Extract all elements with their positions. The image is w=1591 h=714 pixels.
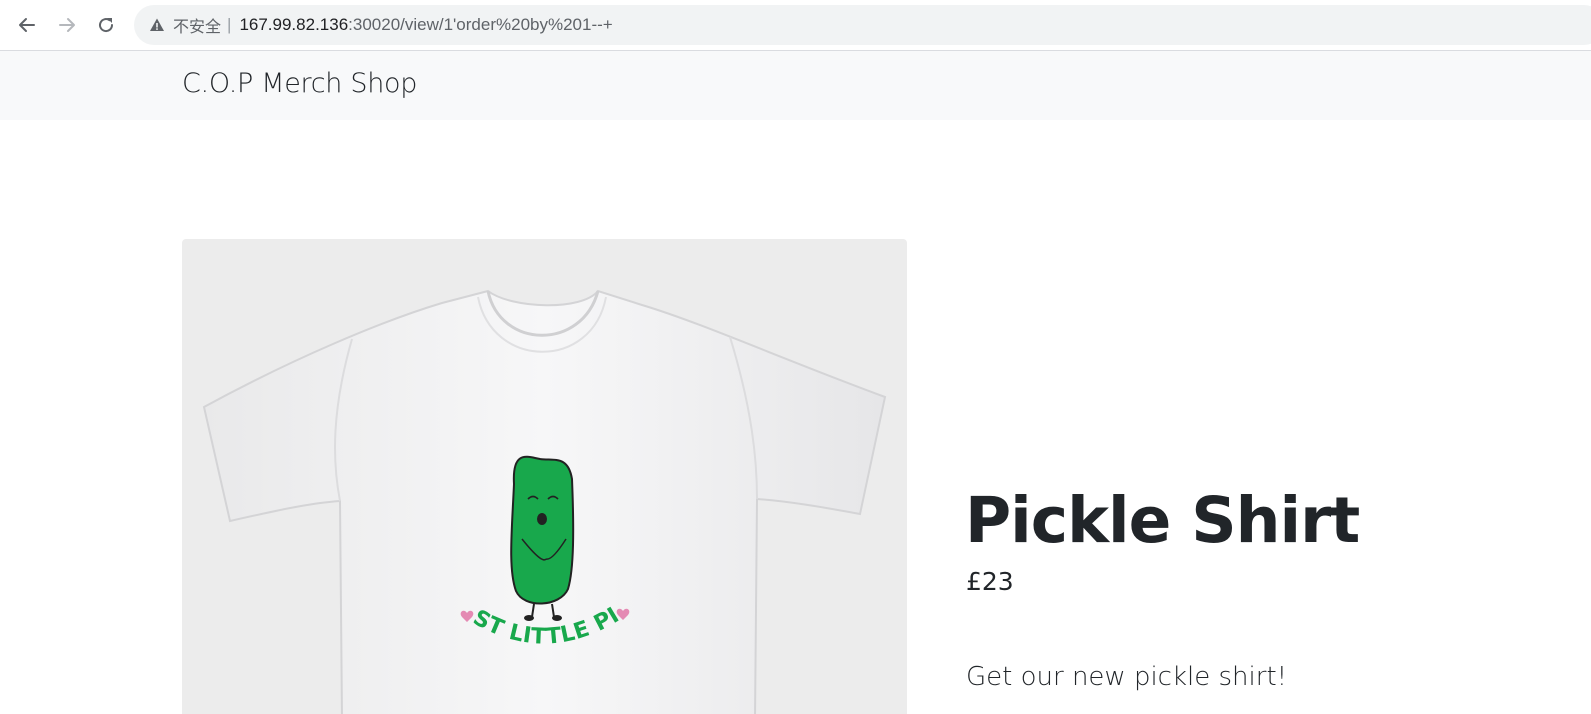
address-separator: | (227, 15, 232, 34)
product-description: Get our new pickle shirt! (966, 662, 1288, 692)
reload-icon (99, 18, 114, 33)
arrow-left-icon (19, 18, 35, 32)
back-button[interactable] (11, 9, 43, 41)
url-host: 167.99.82.136 (239, 15, 349, 34)
reload-button[interactable] (90, 9, 122, 41)
security-status-label[interactable]: 不安全 (173, 13, 221, 37)
site-navbar: C.O.P Merch Shop (0, 51, 1591, 120)
browser-toolbar: 不安全 | 167.99.82.136 :30020/view/1'order%… (0, 0, 1591, 51)
url-path: :30020/view/1'order%20by%201--+ (348, 15, 613, 34)
brand-link[interactable]: C.O.P Merch Shop (182, 68, 417, 99)
product-title: Pickle Shirt (965, 484, 1360, 557)
address-bar[interactable]: 不安全 | 167.99.82.136 :30020/view/1'order%… (134, 5, 1591, 45)
pickle-shirt-illustration: CUTEST LITTLE PICKLE (182, 239, 887, 714)
product-image: CUTEST LITTLE PICKLE (182, 239, 907, 714)
warning-triangle-icon[interactable] (148, 16, 166, 34)
arrow-right-icon (59, 18, 75, 32)
forward-button[interactable] (51, 9, 83, 41)
product-price: £23 (966, 567, 1014, 596)
